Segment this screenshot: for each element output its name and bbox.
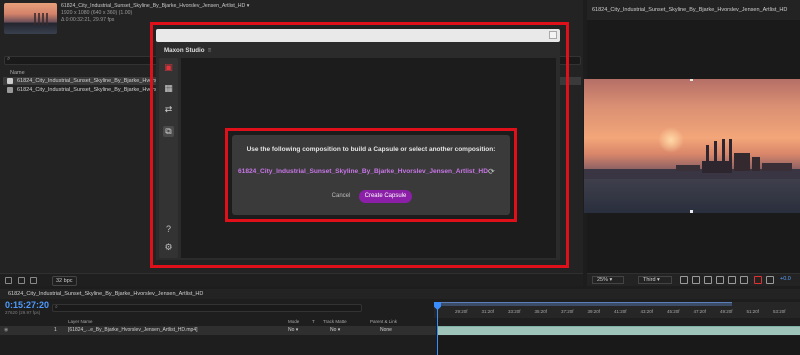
search-icon: ⌕ [55,304,58,310]
transform-handle[interactable] [690,79,693,81]
ruler-tick-label: 33:20f [508,309,521,314]
col-parent[interactable]: Parent & Link [370,319,397,324]
layer-duration-bar[interactable] [437,326,800,335]
timeline-tab[interactable]: 61824_City_Industrial_Sunset_Skyline_By_… [8,291,203,297]
thumbnail-info: 61824_City_Industrial_Sunset_Skyline_By_… [61,3,249,24]
ruler-tick-label: 51:20f [746,309,760,314]
interpret-footage-icon[interactable] [5,277,12,284]
ruler-tick-label: 41:20f [614,309,627,314]
col-track-matte[interactable]: Track Matte [323,319,347,324]
frame-count: 27620 (29.97 fps) [5,310,41,315]
reset-exposure-icon[interactable] [766,276,774,284]
ruler-tick-label: 39:20f [587,309,601,314]
fit-icon[interactable] [680,276,688,284]
layer-mode-select[interactable]: No ▾ [288,326,298,335]
ruler-tick-label: 31:20f [481,309,495,314]
project-footer: 32 bpc [0,273,583,286]
name-column-header[interactable]: Name [10,70,25,76]
ruler-tick-label: 49:20f [720,309,733,314]
composition-icon [7,78,13,84]
transparency-grid-icon[interactable] [692,276,700,284]
current-time-display[interactable]: 0:15:27:20 [5,300,49,310]
layer-row[interactable]: ◉ 1 [61824_...e_By_Bjarke_Hvorslev_Jense… [0,326,436,335]
layer-number: 1 [54,327,57,333]
composition-thumbnail [4,3,57,34]
ruler-tick-label: 37:20f [561,309,574,314]
color-channel-icon[interactable] [754,276,762,284]
resolution-value: Third [643,277,656,283]
viewer-tab[interactable]: 61824_City_Industrial_Sunset_Skyline_By_… [592,7,787,13]
ruler-tick-label: 29:20f [455,309,468,314]
footage-icon [7,87,13,93]
magnification-select[interactable]: 25% ▾ [592,276,624,284]
bit-depth-button[interactable]: 32 bpc [52,276,77,286]
composition-frame[interactable] [584,79,800,213]
col-layer-name[interactable]: Layer Name [68,319,93,324]
col-t[interactable]: T [312,319,315,324]
new-folder-icon[interactable] [18,277,25,284]
ruler-tick-label: 35:20f [534,309,548,314]
timeline-search-input[interactable]: ⌕ [52,304,362,312]
thumbnail-dimensions: 1920 x 1080 (640 x 360) (1.00) [61,10,133,16]
col-mode[interactable]: Mode [288,319,299,324]
layer-track-matte-select[interactable]: No ▾ [330,326,340,335]
resolution-select[interactable]: Third ▾ [638,276,672,284]
thumbnail-title[interactable]: 61824_City_Industrial_Sunset_Skyline_By_… [61,3,249,10]
visibility-icon[interactable]: ◉ [4,326,8,335]
transform-handle[interactable] [690,210,693,213]
new-composition-icon[interactable] [30,277,37,284]
search-icon: ⌕ [7,56,11,62]
work-area-bar[interactable] [436,302,732,306]
camera-snapshot-icon[interactable] [728,276,736,284]
ruler-tick-label: 45:20f [667,309,680,314]
exposure-value[interactable]: +0.0 [780,276,791,282]
zoom-value: 25% [597,277,609,283]
mask-icon[interactable] [704,276,712,284]
ruler-tick-label: 53:20f [773,309,786,314]
ruler-tick-label: 43:20f [640,309,654,314]
skyline-silhouette [584,139,800,179]
timeline-empty-area [437,336,800,355]
ruler-tick-label: 47:20f [693,309,707,314]
layer-parent-select[interactable]: None [380,326,392,335]
layer-column-headers: Layer Name Mode T Track Matte Parent & L… [0,319,436,326]
show-snapshot-icon[interactable] [740,276,748,284]
layer-name[interactable]: [61824_...e_By_Bjarke_Hvorslev_Jensen_Ar… [68,326,198,335]
grid-icon[interactable] [716,276,724,284]
highlight-frame-dialog [225,128,517,222]
